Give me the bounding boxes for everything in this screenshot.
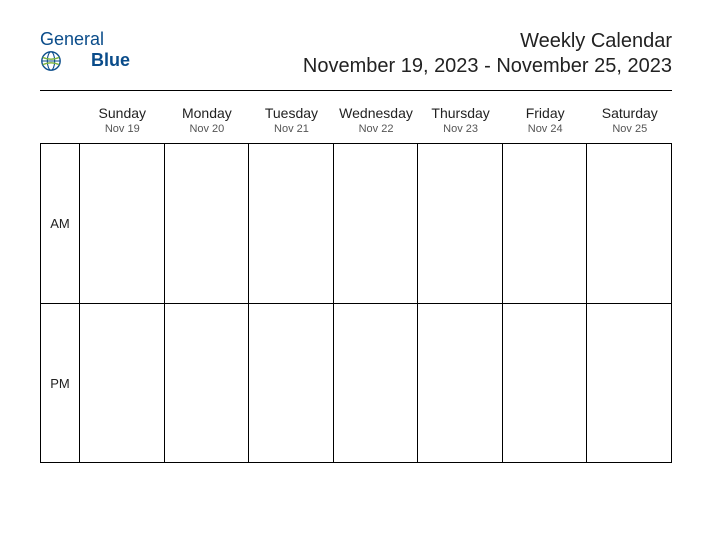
day-date: Nov 23 bbox=[418, 123, 503, 135]
day-date: Nov 24 bbox=[503, 123, 588, 135]
day-header-saturday: Saturday Nov 25 bbox=[587, 101, 672, 143]
day-date: Nov 22 bbox=[334, 123, 419, 135]
day-date: Nov 19 bbox=[80, 123, 165, 135]
day-name: Friday bbox=[503, 105, 588, 121]
logo-blue-text: Blue bbox=[91, 51, 130, 71]
date-range: November 19, 2023 - November 25, 2023 bbox=[303, 55, 672, 78]
cell-pm-monday bbox=[165, 303, 250, 463]
day-name: Sunday bbox=[80, 105, 165, 121]
logo-globe-icon bbox=[40, 50, 63, 70]
day-name: Thursday bbox=[418, 105, 503, 121]
day-name: Saturday bbox=[587, 105, 672, 121]
cell-am-saturday bbox=[587, 143, 672, 303]
cell-pm-thursday bbox=[418, 303, 503, 463]
day-date: Nov 25 bbox=[587, 123, 672, 135]
day-header-sunday: Sunday Nov 19 bbox=[80, 101, 165, 143]
cell-pm-friday bbox=[503, 303, 588, 463]
cell-am-wednesday bbox=[334, 143, 419, 303]
logo-general-text: General bbox=[40, 30, 130, 50]
cell-am-tuesday bbox=[249, 143, 334, 303]
cell-am-sunday bbox=[80, 143, 165, 303]
cell-pm-sunday bbox=[80, 303, 165, 463]
day-name: Monday bbox=[165, 105, 250, 121]
logo-text: General Blue bbox=[40, 30, 130, 72]
time-col-spacer bbox=[40, 101, 80, 143]
day-header-thursday: Thursday Nov 23 bbox=[418, 101, 503, 143]
day-headers-row: Sunday Nov 19 Monday Nov 20 Tuesday Nov … bbox=[40, 101, 672, 143]
day-header-friday: Friday Nov 24 bbox=[503, 101, 588, 143]
calendar: Sunday Nov 19 Monday Nov 20 Tuesday Nov … bbox=[40, 101, 672, 463]
cell-pm-wednesday bbox=[334, 303, 419, 463]
time-label-pm: PM bbox=[40, 303, 80, 463]
day-date: Nov 21 bbox=[249, 123, 334, 135]
time-label-am: AM bbox=[40, 143, 80, 303]
cell-pm-saturday bbox=[587, 303, 672, 463]
cell-pm-tuesday bbox=[249, 303, 334, 463]
day-header-wednesday: Wednesday Nov 22 bbox=[334, 101, 419, 143]
title-block: Weekly Calendar November 19, 2023 - Nove… bbox=[303, 30, 672, 78]
cell-am-friday bbox=[503, 143, 588, 303]
logo: General Blue bbox=[40, 30, 130, 72]
cell-am-thursday bbox=[418, 143, 503, 303]
calendar-grid: AM PM bbox=[40, 143, 672, 463]
cell-am-monday bbox=[165, 143, 250, 303]
header: General Blue Weekly Calendar November 19… bbox=[40, 30, 672, 78]
page-title: Weekly Calendar bbox=[303, 30, 672, 53]
grid-row-am: AM bbox=[40, 143, 672, 303]
day-name: Tuesday bbox=[249, 105, 334, 121]
grid-row-pm: PM bbox=[40, 303, 672, 463]
day-header-tuesday: Tuesday Nov 21 bbox=[249, 101, 334, 143]
day-header-monday: Monday Nov 20 bbox=[165, 101, 250, 143]
header-divider bbox=[40, 90, 672, 91]
day-name: Wednesday bbox=[334, 105, 419, 121]
day-date: Nov 20 bbox=[165, 123, 250, 135]
